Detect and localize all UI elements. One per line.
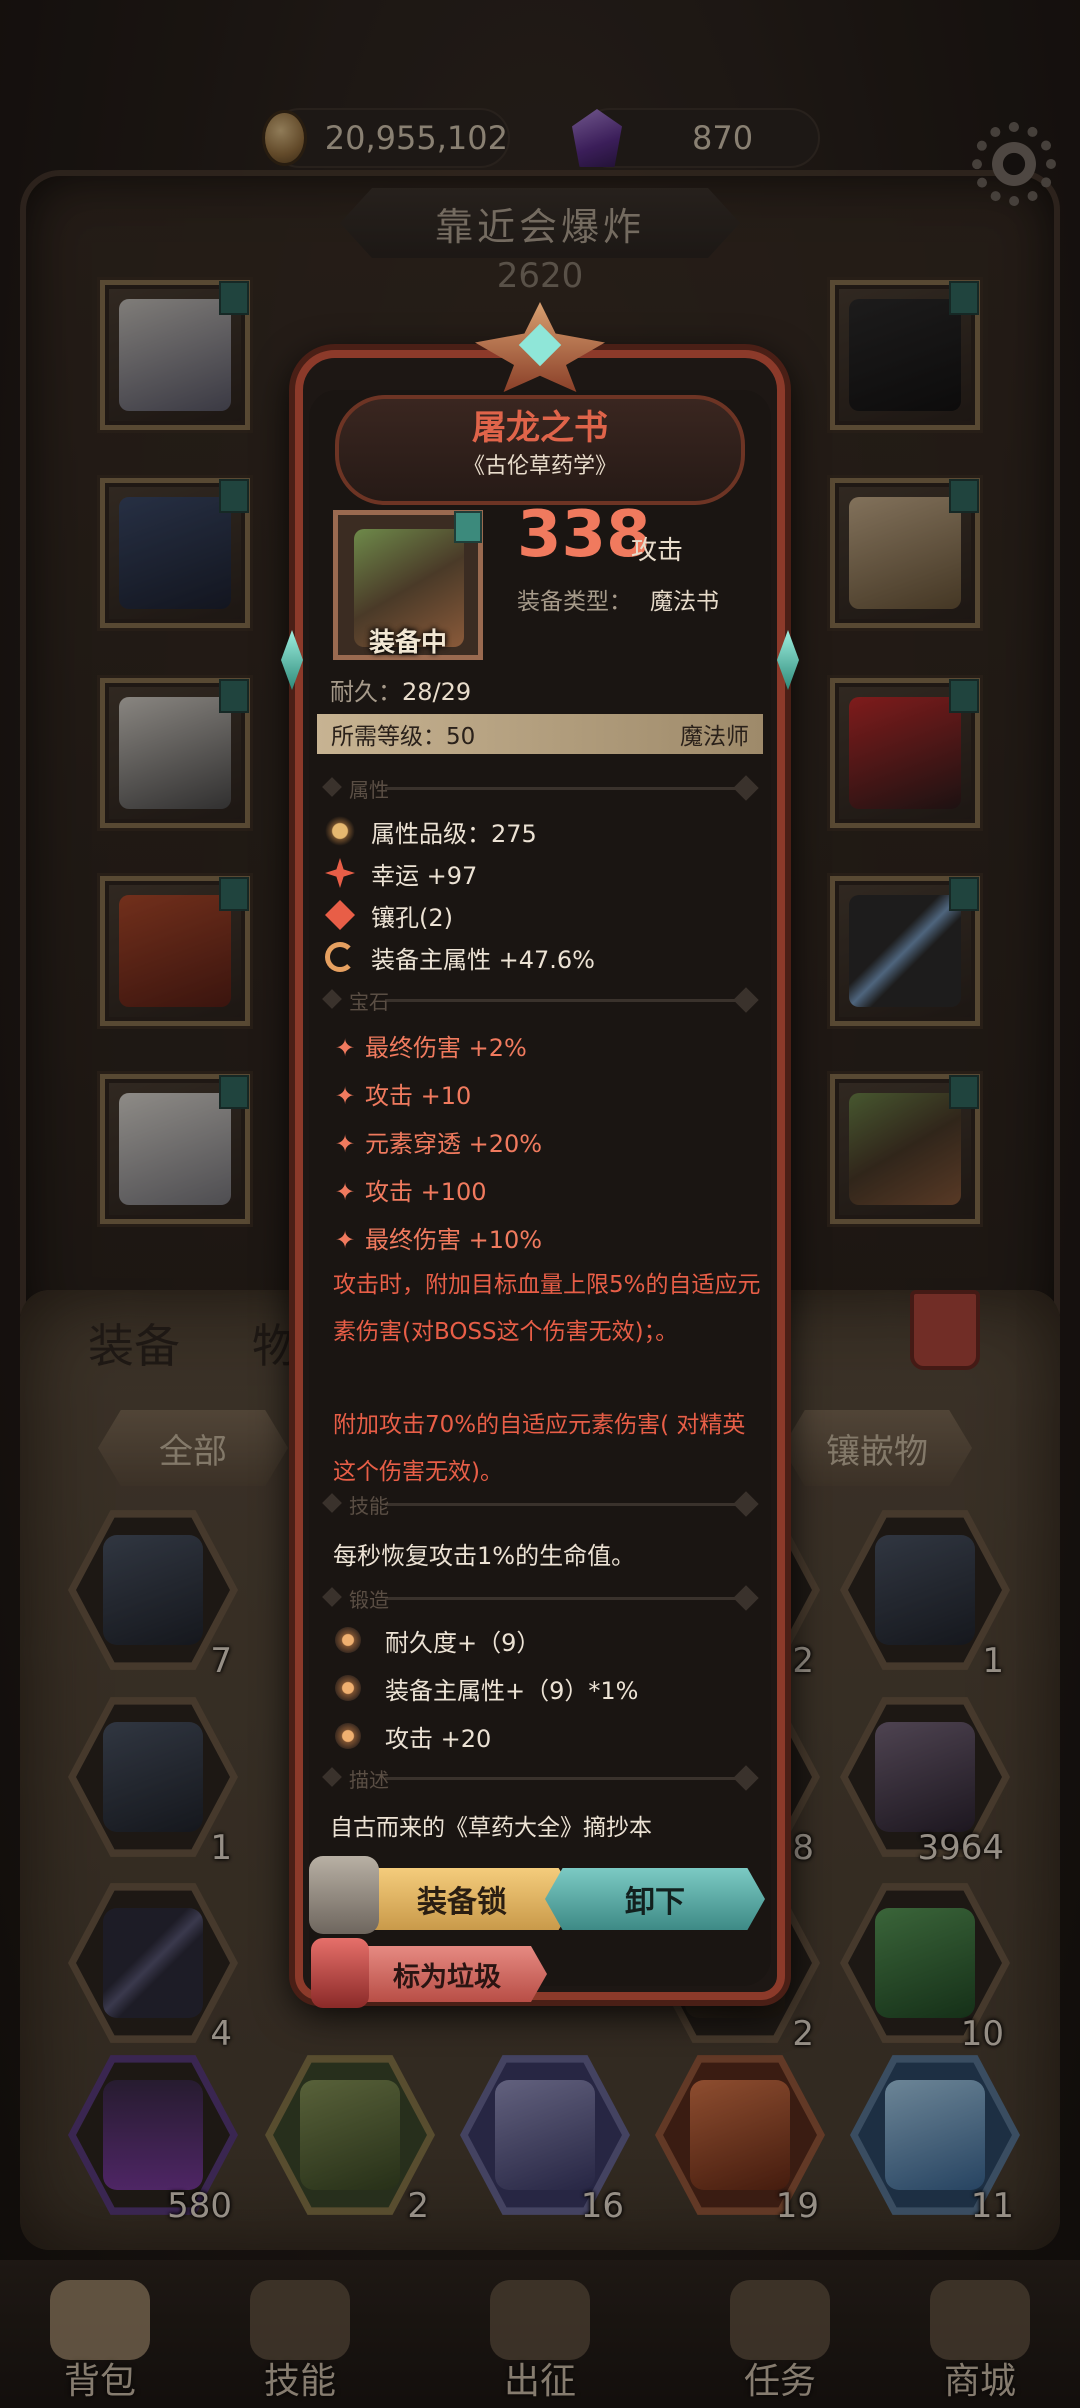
gem-row: ✦ 攻击 +10 — [335, 1076, 471, 1114]
button-label: 装备锁 — [417, 1885, 507, 1920]
padlock-icon — [309, 1856, 379, 1934]
section-gems: 宝石 — [322, 986, 765, 1016]
section-description: 描述 — [322, 1764, 765, 1794]
lock-equipment-button[interactable]: 装备锁 — [347, 1868, 577, 1930]
forge-text: 装备主属性+（9）*1% — [385, 1676, 639, 1705]
gem-text: 攻击 +10 — [365, 1082, 472, 1110]
gem-row: ✦ 最终伤害 +10% — [335, 1220, 542, 1258]
section-title: 宝石 — [349, 990, 389, 1014]
cycle-icon — [325, 942, 355, 972]
trash-can-icon — [311, 1938, 369, 2008]
gem-text: 攻击 +100 — [365, 1178, 487, 1206]
star-icon: ✦ — [335, 1034, 356, 1062]
forge-row: 装备主属性+（9）*1% — [335, 1669, 638, 1707]
attribute-row: 装备主属性 +47.6% — [325, 938, 595, 976]
attribute-text: 镶孔(2) — [371, 903, 453, 932]
required-level: 所需等级：50 — [331, 724, 476, 750]
section-forge: 锻造 — [322, 1584, 765, 1614]
item-detail-popup: 屠龙之书 《古伦草药学》 装备中 338 攻击 装备类型： 魔法书 耐久：28/… — [281, 302, 799, 2008]
bookmark-icon — [454, 511, 482, 543]
item-name: 屠龙之书 — [472, 408, 608, 448]
forge-text: 耐久度+（9） — [385, 1628, 541, 1657]
equip-type-label: 装备类型： — [517, 589, 632, 615]
gem-text: 元素穿透 +20% — [365, 1130, 543, 1158]
gem-row: ✦ 攻击 +100 — [335, 1172, 487, 1210]
gem-effect-text: 附加攻击70%的自适应元素伤害( 对精英这个伤害无效)。 — [333, 1412, 746, 1485]
gem-row: ✦ 元素穿透 +20% — [335, 1124, 542, 1162]
socket-icon — [325, 900, 355, 930]
durability-label: 耐久： — [330, 678, 402, 706]
durability: 耐久：28/29 — [330, 672, 471, 707]
section-title: 技能 — [349, 1494, 389, 1518]
attribute-text: 幸运 +97 — [371, 861, 478, 890]
attribute-row: 属性品级：275 — [325, 812, 537, 850]
equip-type-value: 魔法书 — [650, 589, 719, 615]
item-subtitle: 《古伦草药学》 — [462, 454, 617, 479]
section-title: 锻造 — [349, 1588, 389, 1612]
description-text: 自古而来的《草药大全》摘抄本 — [330, 1815, 652, 1841]
gem-text: 最终伤害 +2% — [365, 1034, 527, 1062]
attribute-text: 装备主属性 +47.6% — [371, 945, 595, 974]
attack-label: 攻击 — [631, 536, 684, 566]
durability-value: 28/29 — [402, 678, 472, 706]
star-icon: ✦ — [335, 1130, 356, 1158]
attribute-text: 属性品级：275 — [371, 819, 537, 848]
section-title: 描述 — [349, 1768, 389, 1792]
gem-text: 最终伤害 +10% — [365, 1226, 543, 1254]
forge-row: 耐久度+（9） — [335, 1621, 540, 1659]
unequip-button[interactable]: 卸下 — [545, 1868, 765, 1930]
section-title: 属性 — [349, 778, 389, 802]
star-icon: ✦ — [335, 1178, 356, 1206]
section-attributes: 属性 — [322, 774, 765, 804]
forge-row: 攻击 +20 — [335, 1717, 491, 1755]
skill-text: 每秒恢复攻击1%的生命值。 — [333, 1542, 636, 1570]
gem-row: ✦ 最终伤害 +2% — [335, 1028, 527, 1066]
requirement-bar: 所需等级：50 魔法师 — [317, 714, 763, 754]
mark-trash-button[interactable]: 标为垃圾 — [347, 1946, 547, 2002]
quality-crest-icon — [325, 816, 355, 846]
button-label: 标为垃圾 — [393, 1961, 501, 1993]
gem-effect-text: 攻击时，附加目标血量上限5%的自适应元素伤害(对BOSS这个伤害无效)；。 — [333, 1272, 761, 1345]
forge-dot-icon — [335, 1675, 361, 1701]
forge-text: 攻击 +20 — [385, 1724, 492, 1753]
forge-dot-icon — [335, 1627, 361, 1653]
required-class: 魔法师 — [680, 724, 749, 750]
section-skills: 技能 — [322, 1490, 765, 1520]
star-icon: ✦ — [335, 1226, 356, 1254]
attribute-row: 幸运 +97 — [325, 854, 477, 892]
luck-sparkle-icon — [325, 858, 355, 888]
equipped-label: 装备中 — [368, 628, 447, 658]
button-label: 卸下 — [625, 1885, 685, 1920]
forge-dot-icon — [335, 1723, 361, 1749]
attribute-row: 镶孔(2) — [325, 896, 453, 934]
star-icon: ✦ — [335, 1082, 356, 1110]
